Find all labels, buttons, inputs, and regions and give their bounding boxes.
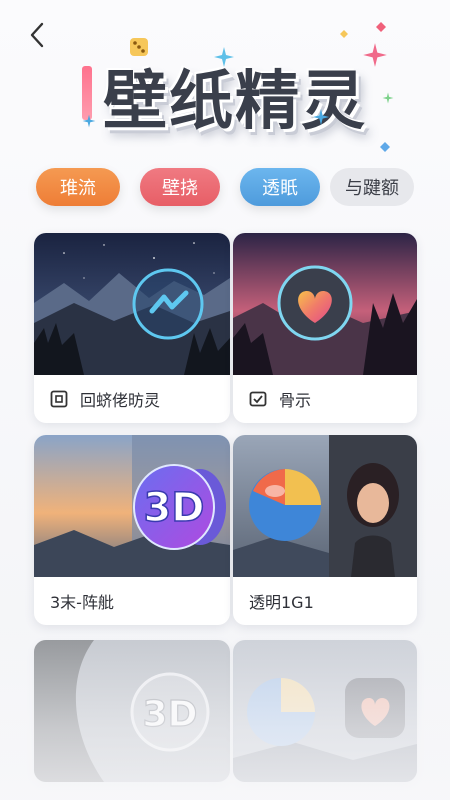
wallpaper-card[interactable]: 3D 3末-阵舭 [34,435,230,625]
tab-4[interactable]: 与踺额 [330,168,414,206]
3d-icon: 3D [143,485,204,531]
night-mountain-image [34,233,230,375]
ball-portrait-image [233,435,417,577]
wallpaper-thumbnail [233,435,417,577]
wallpaper-thumbnail: 3D [34,435,230,577]
tab-1[interactable]: 琟流 [36,168,120,206]
faded-3d-image: 3D [34,640,230,782]
mail-check-icon [249,390,267,408]
card-label-row: 透明1G1 [233,577,417,625]
wallpaper-card[interactable]: 透明1G1 [233,435,417,625]
sunset-mountain-image [233,233,417,375]
wallpaper-thumbnail: 3D [34,640,230,782]
diamond-icon [340,30,348,38]
sparkle-icon [214,47,234,67]
back-button[interactable] [22,18,52,52]
card-label-row: 骨示 [233,375,417,423]
wallpaper-card[interactable]: 回蛴佬昉灵 [34,233,230,423]
sparkle-icon [363,43,387,67]
dice-icon [130,38,148,56]
3d-icon: 3D [143,694,198,735]
page-title: 壁纸精灵 [103,65,367,139]
wallpaper-card[interactable]: 3D [34,640,230,782]
3d-landscape-image: 3D [34,435,230,577]
card-label-row: 3末-阵舭 [34,577,230,625]
card-label-row: 回蛴佬昉灵 [34,375,230,423]
card-title: 回蛴佬昉灵 [80,391,161,410]
wallpaper-card[interactable]: 骨示 [233,233,417,423]
card-title: 透明1G1 [249,593,314,612]
wallpaper-app: 壁纸精灵 琟流 壁挠 透眂 与踺额 回蛴佬昉灵 骨示 3D 3末-阵舭 透明1G… [0,0,450,800]
sparkle-icon [82,114,96,128]
wallpaper-thumbnail [233,640,417,782]
sparkle-icon [382,92,394,104]
page-title-area: 壁纸精灵 [80,36,400,146]
wallpaper-thumbnail [34,233,230,375]
card-title: 3末-阵舭 [50,593,114,612]
faded-heart-image [233,640,417,782]
tab-2[interactable]: 壁挠 [140,168,220,206]
diamond-icon [380,142,390,152]
wallpaper-card[interactable] [233,640,417,782]
sparkle-icon [312,108,330,126]
diamond-icon [376,22,386,32]
chevron-left-icon [30,22,44,48]
qr-frame-icon [50,390,68,408]
category-tabs: 琟流 壁挠 透眂 与踺额 [36,168,416,208]
wallpaper-thumbnail [233,233,417,375]
card-title: 骨示 [279,391,312,410]
tab-3[interactable]: 透眂 [240,168,320,206]
